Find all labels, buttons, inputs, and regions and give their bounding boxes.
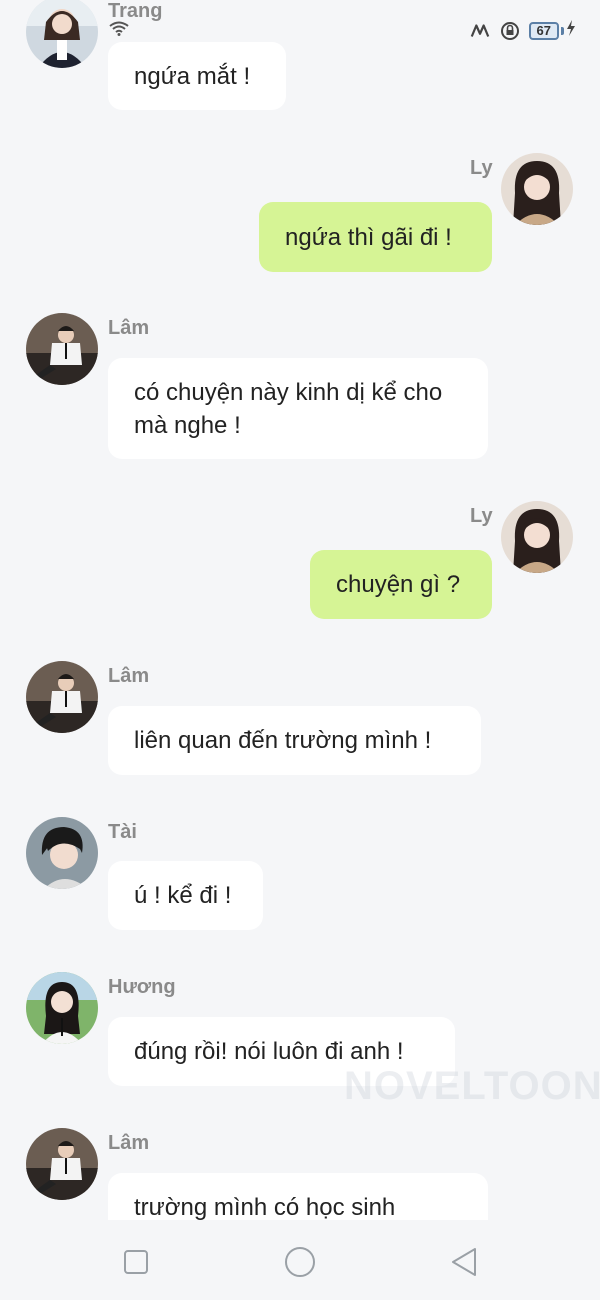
sender-name: Ly: [470, 157, 493, 179]
sender-name: Tài: [108, 821, 137, 843]
avatar[interactable]: [26, 661, 98, 733]
avatar[interactable]: [26, 0, 98, 68]
sender-name: Lâm: [108, 1132, 150, 1154]
sender-name: Lâm: [108, 665, 150, 687]
message-bubble[interactable]: ngứa thì gãi đi !: [259, 202, 492, 272]
message-bubble[interactable]: chuyện gì ?: [310, 550, 492, 619]
message-bubble[interactable]: ngứa mắt !: [108, 42, 286, 110]
avatar[interactable]: [501, 153, 573, 225]
sender-name: Lâm: [108, 317, 150, 339]
avatar[interactable]: [501, 501, 573, 573]
home-icon[interactable]: [282, 1244, 318, 1280]
sender-name: Ly: [470, 505, 493, 527]
message-bubble[interactable]: có chuyện này kinh dị kể cho mà nghe !: [108, 358, 488, 459]
watermark-logo: NOVELTOON: [344, 1064, 600, 1108]
system-navigation-bar: [0, 1220, 600, 1300]
message-bubble[interactable]: ú ! kể đi !: [108, 861, 263, 930]
avatar[interactable]: [26, 817, 98, 889]
back-icon[interactable]: [446, 1244, 482, 1280]
avatar[interactable]: [26, 972, 98, 1044]
sender-name: Trang: [108, 0, 163, 22]
sender-name: Hương: [108, 976, 176, 998]
avatar[interactable]: [26, 1128, 98, 1200]
avatar[interactable]: [26, 313, 98, 385]
chat-message-list[interactable]: Trang ngứa mắt ! Ly ngứa thì gãi đi ! Lâ…: [0, 0, 600, 1220]
message-bubble[interactable]: trường mình có học sinh: [108, 1173, 488, 1220]
message-bubble[interactable]: liên quan đến trường mình !: [108, 706, 481, 775]
recent-apps-icon[interactable]: [118, 1244, 154, 1280]
